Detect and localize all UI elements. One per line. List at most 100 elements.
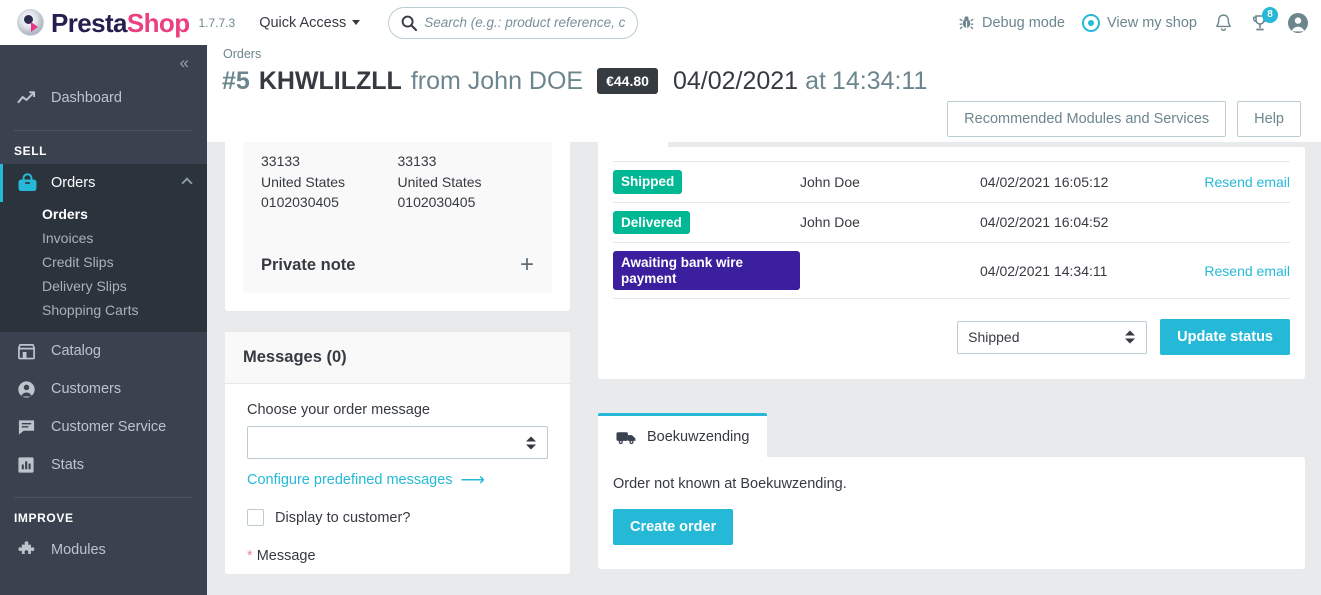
plus-icon[interactable]: + [520, 253, 534, 277]
order-customer: from John DOE [410, 67, 584, 95]
sidebar-subitem-invoices[interactable]: Invoices [0, 226, 207, 250]
invoice-phone: 0102030405 [397, 194, 476, 211]
help-button[interactable]: Help [1237, 101, 1301, 137]
logo-shop-text: Shop [126, 7, 190, 38]
avatar [1287, 12, 1309, 34]
status-date: 04/02/2021 16:04:52 [980, 202, 1170, 244]
configure-predefined-messages-link[interactable]: Configure predefined messages ⟶ [247, 471, 485, 488]
notification-count-badge: 8 [1262, 6, 1278, 23]
status-cell: Shipped [613, 161, 800, 203]
order-message-select[interactable] [247, 426, 548, 460]
table-row: Delivered John Doe 04/02/2021 16:04:52 [613, 202, 1290, 244]
view-my-shop-button[interactable]: View my shop [1082, 13, 1197, 32]
shipping-country: United States [261, 173, 346, 190]
select-arrows-icon [1125, 330, 1136, 344]
quick-access-label: Quick Access [259, 14, 347, 31]
sidebar-item-label: Modules [51, 542, 106, 558]
top-header-bar: PrestaShop 1.7.7.3 Quick Access Debug mo… [0, 0, 1321, 45]
required-asterisk: * [247, 548, 253, 565]
sidebar-subitem-delivery-slips[interactable]: Delivery Slips [0, 274, 207, 298]
carrier-body: Order not known at Boekuwzending. Create… [598, 457, 1305, 570]
private-note-card: Private note + [243, 237, 552, 294]
main-sidebar: « Dashboard SELL Orders Orders Invoices … [0, 45, 207, 595]
chevron-up-icon [181, 177, 193, 189]
view-my-shop-label: View my shop [1107, 14, 1197, 31]
display-to-customer-label: Display to customer? [275, 509, 411, 526]
sidebar-subitem-credit-slips[interactable]: Credit Slips [0, 250, 207, 274]
status-select-value: Shipped [968, 329, 1020, 346]
order-number: #5 [222, 67, 250, 95]
sidebar-subitem-orders[interactable]: Orders [0, 202, 207, 226]
status-user: John Doe [800, 202, 980, 244]
invoice-zip: 33133 [397, 153, 437, 169]
sidebar-item-customers[interactable]: Customers [0, 370, 207, 408]
status-history-body: Shipped John Doe 04/02/2021 16:05:12 Res… [613, 161, 1290, 300]
page-header-actions: Recommended Modules and Services Help [947, 101, 1301, 137]
shipping-phone: 0102030405 [261, 194, 339, 211]
messages-body: Choose your order message Configure pred… [225, 384, 570, 574]
carrier-module-panel: Boekuwzending Order not known at Boekuwz… [598, 413, 1305, 570]
sidebar-divider [14, 130, 193, 131]
sidebar-subitem-shopping-carts[interactable]: Shopping Carts [0, 298, 207, 322]
status-user [800, 242, 980, 300]
status-date: 04/02/2021 14:34:11 [980, 242, 1170, 300]
quick-access-menu[interactable]: Quick Access [259, 14, 361, 31]
display-to-customer-row[interactable]: Display to customer? [247, 509, 548, 527]
status-cell: Awaiting bank wire payment [613, 242, 800, 300]
global-search[interactable] [388, 6, 639, 39]
sidebar-item-catalog[interactable]: Catalog [0, 332, 207, 370]
logo-presta-text: Presta [51, 7, 128, 38]
order-message-label: Choose your order message [247, 402, 430, 419]
tab-status-active[interactable] [598, 142, 668, 147]
private-note-row: Private note + [261, 253, 534, 277]
update-status-button[interactable]: Update status [1160, 319, 1290, 356]
order-status-card: Shipped John Doe 04/02/2021 16:05:12 Res… [598, 147, 1305, 380]
collapse-sidebar-icon[interactable]: « [180, 54, 190, 71]
order-reference: KHWLILZLL [258, 67, 402, 95]
configure-link-label: Configure predefined messages [247, 471, 453, 488]
sidebar-item-dashboard[interactable]: Dashboard [0, 79, 207, 117]
order-date: 04/02/2021 [672, 67, 799, 95]
debug-mode-button[interactable]: Debug mode [958, 14, 1065, 31]
create-order-button[interactable]: Create order [613, 509, 734, 546]
page-header: Orders #5 KHWLILZLL from John DOE €44.80… [207, 45, 1321, 142]
sidebar-item-label: Orders [51, 175, 96, 191]
version-label: 1.7.7.3 [198, 15, 236, 30]
shipping-zip: 33133 [261, 153, 300, 169]
sidebar-item-stats[interactable]: Stats [0, 446, 207, 484]
user-account-button[interactable] [1287, 12, 1309, 34]
status-history-table: Shipped John Doe 04/02/2021 16:05:12 Res… [613, 161, 1290, 300]
header-actions: Debug mode View my shop 8 [958, 6, 1309, 34]
notifications-bell-button[interactable] [1214, 13, 1233, 33]
sidebar-item-label: Dashboard [51, 90, 122, 106]
search-input[interactable] [424, 15, 626, 30]
sidebar-item-customer-service[interactable]: Customer Service [0, 408, 207, 446]
trophy-notifications-button[interactable]: 8 [1250, 6, 1278, 33]
table-row: Awaiting bank wire payment 04/02/2021 14… [613, 242, 1290, 300]
shipping-address-block: 33133 United States 0102030405 [261, 151, 398, 213]
select-arrows-icon [526, 436, 536, 450]
right-column: Shipped John Doe 04/02/2021 16:05:12 Res… [598, 142, 1305, 570]
debug-mode-label: Debug mode [981, 14, 1065, 31]
resend-email-link[interactable]: Resend email [1204, 263, 1290, 279]
carrier-tabs: Boekuwzending [598, 413, 1305, 458]
display-to-customer-checkbox[interactable] [247, 509, 264, 527]
sidebar-item-modules[interactable]: Modules [0, 531, 207, 569]
recommended-modules-button[interactable]: Recommended Modules and Services [947, 101, 1227, 137]
eye-icon [1082, 13, 1100, 32]
order-total-badge: €44.80 [597, 68, 658, 94]
person-icon [17, 380, 39, 399]
tab-boekuwzending[interactable]: Boekuwzending [598, 413, 768, 458]
invoice-address-block: 33133 United States 0102030405 [398, 151, 535, 213]
status-badge: Delivered [613, 210, 690, 235]
prestashop-logo[interactable]: PrestaShop 1.7.7.3 [17, 9, 235, 36]
sidebar-item-label: Catalog [51, 343, 101, 359]
sidebar-item-label: Customers [51, 381, 122, 397]
status-select[interactable]: Shipped [957, 320, 1148, 354]
sidebar-item-orders[interactable]: Orders [0, 164, 207, 202]
truck-icon [616, 430, 637, 445]
store-icon [17, 342, 39, 360]
status-user: John Doe [800, 161, 980, 203]
messages-title: Messages (0) [225, 332, 570, 385]
resend-email-link[interactable]: Resend email [1204, 174, 1290, 190]
